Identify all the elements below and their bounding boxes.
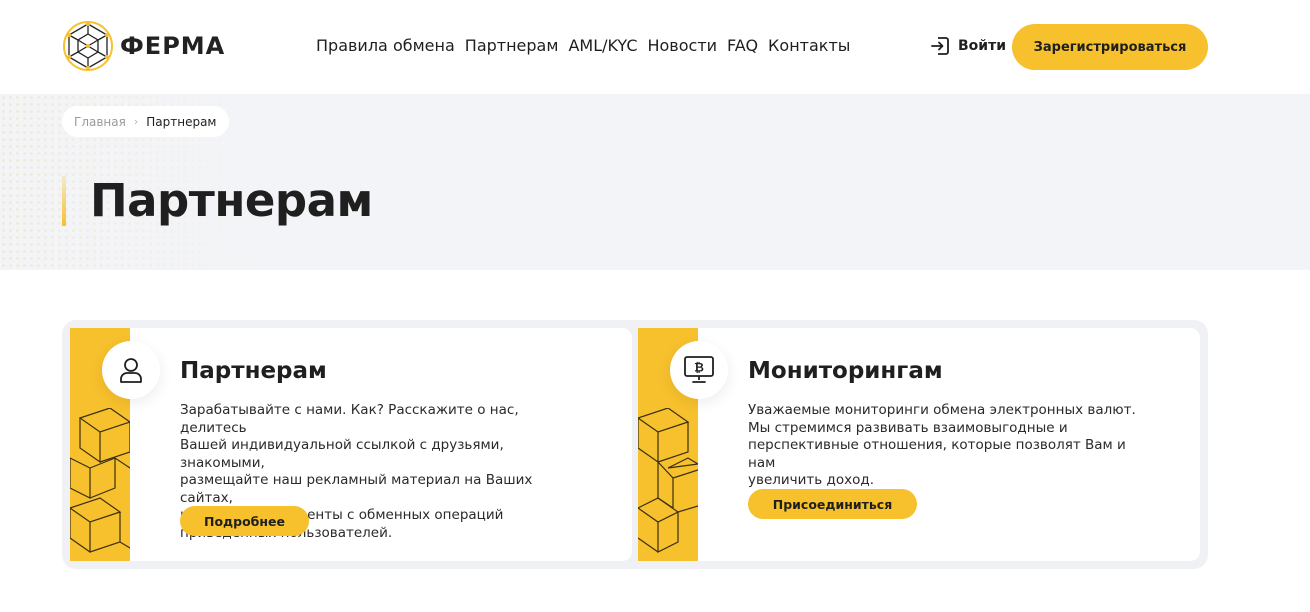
logo-icon — [63, 21, 113, 71]
breadcrumb-home[interactable]: Главная — [74, 115, 126, 129]
card-text-line: Зарабатывайте с нами. Как? Расскажите о … — [180, 402, 519, 436]
user-icon-circle — [102, 341, 160, 399]
page-hero: Главная › Партнерам Партнерам — [0, 94, 1310, 270]
monitoring-card: ₿ Мониторингам Уважаемые мониторинги обм… — [638, 328, 1200, 561]
card-text-line: перспективные отношения, которые позволя… — [748, 437, 1126, 471]
breadcrumb-chevron-icon: › — [133, 115, 139, 128]
card-text-line: Мы стремимся развивать взаимовыгодные и — [748, 419, 1068, 436]
nav-item-faq[interactable]: FAQ — [727, 36, 758, 55]
logo-text: ФЕРМА — [120, 32, 226, 60]
login-link[interactable]: Войти — [930, 36, 1006, 56]
cube-pattern-icon — [638, 408, 698, 553]
join-button[interactable]: Присоединиться — [748, 489, 917, 519]
partners-card: Партнерам Зарабатывайте с нами. Как? Рас… — [70, 328, 632, 561]
nav-item-aml-kyc[interactable]: AML/KYC — [568, 36, 637, 55]
svg-text:₿: ₿ — [694, 361, 704, 375]
nav-item-exchange-rules[interactable]: Правила обмена — [316, 36, 455, 55]
cards-section: Партнерам Зарабатывайте с нами. Как? Рас… — [62, 320, 1208, 569]
site-header: ФЕРМА Правила обмена Партнерам AML/KYC Н… — [0, 0, 1310, 94]
login-label: Войти — [958, 38, 1007, 54]
login-icon — [931, 37, 949, 55]
breadcrumb-current: Партнерам — [146, 114, 217, 129]
nav-item-news[interactable]: Новости — [647, 36, 717, 55]
more-info-button[interactable]: Подробнее — [180, 506, 309, 536]
card-text-line: размещайте наш рекламный материал на Ваш… — [180, 472, 533, 506]
logo[interactable]: ФЕРМА — [62, 20, 225, 72]
card-description: Уважаемые мониторинги обмена электронных… — [748, 402, 1148, 490]
title-accent-bar — [62, 176, 66, 226]
nav-item-partners[interactable]: Партнерам — [465, 36, 559, 55]
cube-pattern-icon — [70, 408, 130, 553]
card-title: Партнерам — [180, 358, 327, 384]
user-icon — [120, 358, 142, 383]
register-button[interactable]: Зарегистрироваться — [1012, 24, 1208, 70]
card-text-line: Вашей индивидуальной ссылкой с друзьями,… — [180, 437, 504, 471]
bitcoin-monitor-icon-circle: ₿ — [670, 341, 728, 399]
nav-item-contacts[interactable]: Контакты — [768, 36, 850, 55]
page-title: Партнерам — [90, 174, 373, 227]
breadcrumb: Главная › Партнерам — [62, 106, 229, 137]
main-nav: Правила обмена Партнерам AML/KYC Новости… — [316, 36, 850, 55]
card-title: Мониторингам — [748, 358, 943, 384]
bitcoin-monitor-icon: ₿ — [684, 356, 714, 383]
card-text-line: увеличить доход. — [748, 472, 874, 488]
card-text-line: Уважаемые мониторинги обмена электронных… — [748, 402, 1136, 418]
